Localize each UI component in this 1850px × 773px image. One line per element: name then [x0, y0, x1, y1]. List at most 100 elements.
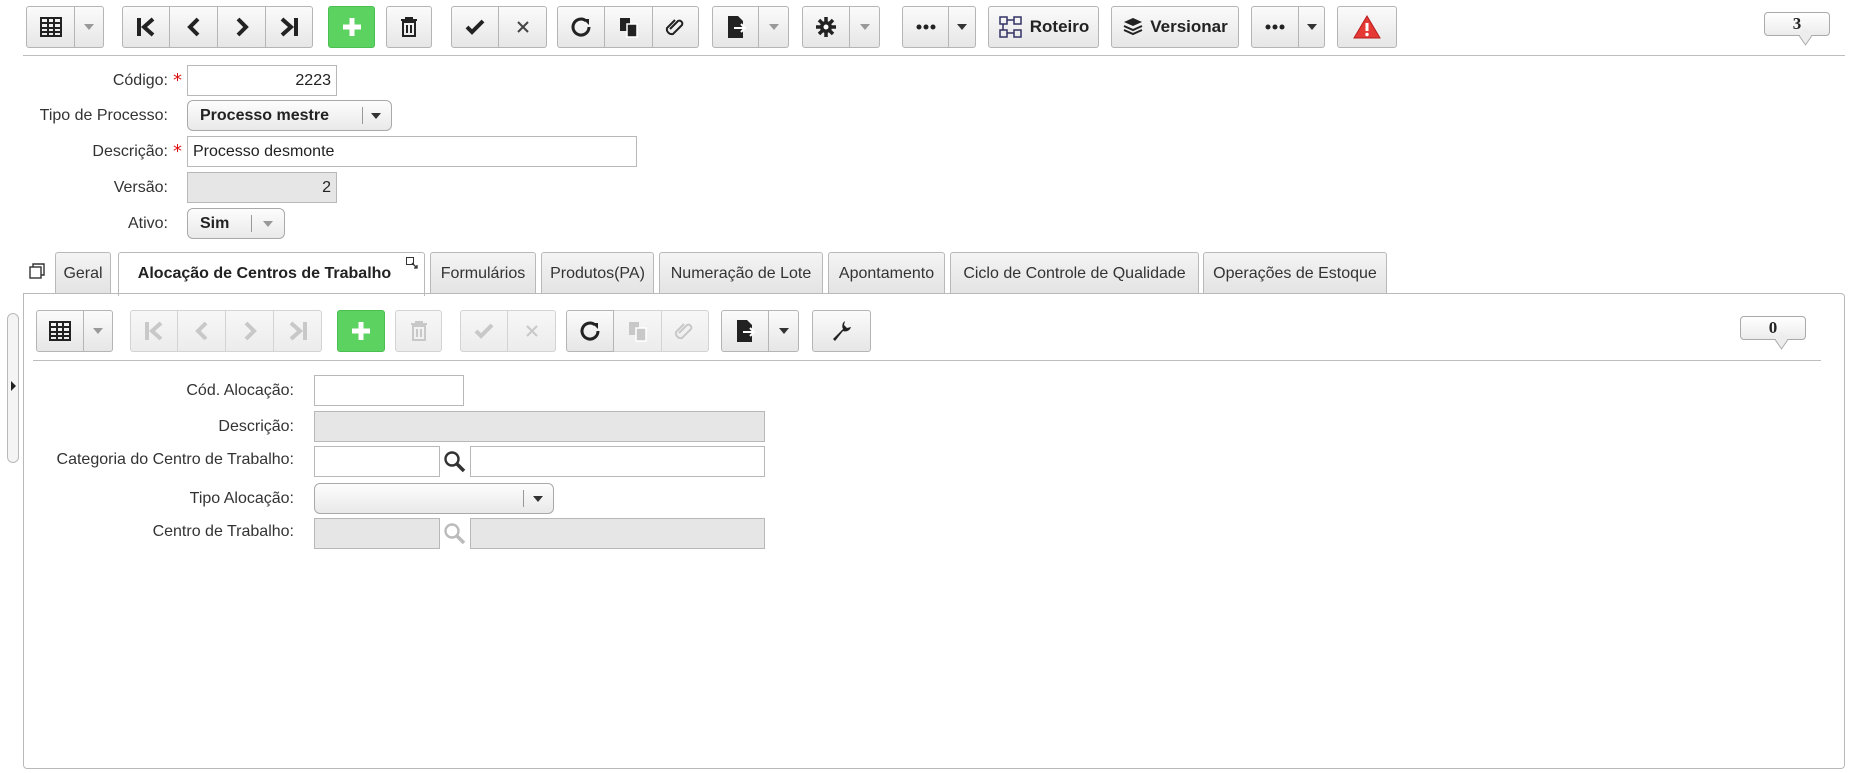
side-panel-toggle[interactable]: [7, 313, 19, 463]
descricao-label: Descrição:: [92, 143, 168, 160]
more-actions-dropdown[interactable]: [949, 6, 976, 48]
codigo-label: Código:: [112, 72, 168, 89]
sub-descricao-field: [314, 411, 765, 442]
plus-icon: [352, 322, 370, 340]
tab-geral[interactable]: Geral: [55, 252, 111, 294]
sub-duplicate-button[interactable]: [614, 310, 662, 352]
codigo-field[interactable]: 2223: [187, 65, 337, 96]
trash-icon: [401, 17, 417, 37]
centro-trabalho-label: Centro de Trabalho:: [152, 523, 294, 540]
sub-cancel-button[interactable]: [508, 310, 556, 352]
tab-alocacao-centros[interactable]: Alocação de Centros de Trabalho: [118, 252, 425, 296]
refresh-icon: [571, 17, 591, 37]
sub-attach-button[interactable]: [662, 310, 709, 352]
copy-icon: [619, 18, 638, 38]
centro-trabalho-name-field: [470, 518, 765, 549]
sub-report-dropdown[interactable]: [769, 310, 799, 352]
sub-delete-button[interactable]: [395, 310, 442, 352]
tipo-alocacao-select[interactable]: [314, 483, 554, 514]
chevron-right-icon: [11, 381, 16, 391]
tab-produtos-pa[interactable]: Produtos(PA): [541, 252, 654, 294]
chevron-down-icon: [371, 113, 381, 119]
copy-icon: [628, 322, 647, 342]
categoria-name-field[interactable]: [470, 446, 765, 477]
settings-button[interactable]: [802, 6, 850, 48]
first-record-button[interactable]: [122, 6, 170, 48]
paperclip-icon: [665, 19, 683, 36]
settings-dropdown[interactable]: [850, 6, 880, 48]
paperclip-icon: [674, 323, 693, 340]
sub-grid-view-button[interactable]: [36, 310, 84, 352]
chevron-down-icon: [263, 221, 273, 227]
flowchart-icon: [999, 16, 1022, 38]
add-button[interactable]: [328, 6, 375, 48]
save-button[interactable]: [451, 6, 499, 48]
close-icon: [516, 21, 529, 33]
chevron-down-icon: [768, 24, 779, 30]
more-options-button[interactable]: [1251, 6, 1299, 48]
required-mark: *: [173, 141, 182, 162]
more-actions-button[interactable]: [902, 6, 949, 48]
last-icon: [280, 17, 298, 37]
tab-ciclo-controle-qualidade[interactable]: Ciclo de Controle de Qualidade: [950, 252, 1199, 294]
next-record-button[interactable]: [218, 6, 266, 48]
sub-tools-button[interactable]: [812, 310, 871, 352]
categoria-code-field[interactable]: [314, 446, 440, 477]
chevron-right-icon: [236, 17, 249, 37]
warning-icon: [1353, 15, 1381, 39]
attach-button[interactable]: [653, 6, 699, 48]
tab-alocacao-label: Alocação de Centros de Trabalho: [137, 265, 392, 282]
expand-tabs-icon[interactable]: [29, 263, 45, 279]
versionar-label: Versionar: [1150, 17, 1228, 36]
chevron-down-icon: [859, 24, 870, 30]
report-button[interactable]: [712, 6, 759, 48]
popout-icon[interactable]: [406, 257, 418, 269]
ellipsis-icon: [1265, 24, 1285, 30]
grid-view-button[interactable]: [26, 6, 75, 48]
cancel-button[interactable]: [499, 6, 547, 48]
first-icon: [145, 321, 163, 341]
sub-last-record-button[interactable]: [274, 310, 322, 352]
tipo-processo-label: Tipo de Processo:: [39, 107, 168, 124]
last-record-button[interactable]: [266, 6, 313, 48]
sub-previous-record-button[interactable]: [178, 310, 226, 352]
chevron-down-icon: [1306, 24, 1317, 30]
duplicate-button[interactable]: [605, 6, 653, 48]
tab-formularios[interactable]: Formulários: [430, 252, 536, 294]
more-options-dropdown[interactable]: [1299, 6, 1325, 48]
alert-button[interactable]: [1337, 6, 1397, 48]
ativo-label: Ativo:: [127, 215, 168, 232]
sub-add-button[interactable]: [337, 310, 385, 352]
tab-numeracao-lote[interactable]: Numeração de Lote: [659, 252, 823, 294]
sub-next-record-button[interactable]: [226, 310, 274, 352]
versao-label: Versão:: [113, 179, 168, 196]
ellipsis-icon: [916, 24, 935, 30]
tab-apontamento[interactable]: Apontamento: [828, 252, 945, 294]
roteiro-button[interactable]: Roteiro: [988, 6, 1099, 48]
report-dropdown[interactable]: [759, 6, 789, 48]
sub-refresh-button[interactable]: [566, 310, 614, 352]
chevron-down-icon: [778, 328, 789, 334]
sub-record-counter: 0: [1740, 316, 1806, 340]
sub-first-record-button[interactable]: [130, 310, 178, 352]
grid-icon: [49, 321, 71, 341]
required-mark: *: [173, 70, 182, 91]
search-icon: [444, 523, 466, 545]
descricao-field[interactable]: Processo desmonte: [187, 136, 637, 167]
tab-operacoes-estoque[interactable]: Operações de Estoque: [1203, 252, 1387, 294]
tipo-alocacao-label: Tipo Alocação:: [189, 490, 294, 507]
ativo-select[interactable]: Sim: [187, 208, 285, 239]
sub-grid-view-dropdown[interactable]: [84, 310, 113, 352]
refresh-button[interactable]: [557, 6, 605, 48]
search-icon[interactable]: [443, 450, 467, 474]
grid-view-dropdown[interactable]: [75, 6, 104, 48]
trash-icon: [410, 321, 427, 341]
check-icon: [465, 19, 485, 35]
previous-record-button[interactable]: [170, 6, 218, 48]
versionar-button[interactable]: Versionar: [1111, 6, 1239, 48]
sub-report-button[interactable]: [721, 310, 769, 352]
cod-alocacao-field[interactable]: [314, 375, 464, 406]
tipo-processo-select[interactable]: Processo mestre: [187, 100, 392, 131]
sub-save-button[interactable]: [460, 310, 508, 352]
delete-button[interactable]: [386, 6, 432, 48]
